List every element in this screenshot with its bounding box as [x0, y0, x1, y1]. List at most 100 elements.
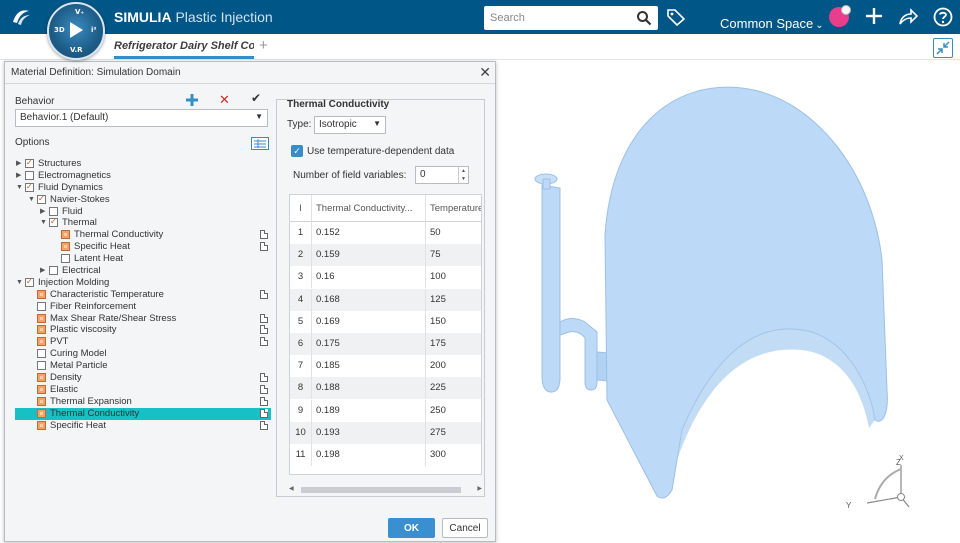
tree-item-checkbox[interactable] [37, 396, 46, 406]
document-icon[interactable] [260, 337, 268, 347]
cancel-button[interactable]: Cancel [442, 518, 488, 538]
tree-item[interactable]: ▼ Fluid Dynamics [15, 181, 271, 194]
table-row[interactable]: 9 0.189 250 [290, 399, 481, 422]
temperature-dependent-checkbox[interactable]: ✓ [291, 145, 303, 157]
confirm-behavior-icon[interactable]: ✔ [251, 91, 261, 105]
collapse-button[interactable] [933, 38, 953, 58]
tree-item[interactable]: Fiber Reinforcement [15, 301, 271, 313]
tree-item-checkbox[interactable] [37, 313, 46, 323]
expand-down-icon[interactable]: ▼ [16, 277, 23, 289]
tree-item[interactable]: ▼ Thermal [15, 216, 271, 229]
field-variables-stepper[interactable]: 0 ▲ ▼ [415, 166, 469, 184]
scrollbar-thumb[interactable] [301, 487, 461, 493]
document-icon[interactable] [260, 384, 268, 394]
compass-top-quadrant[interactable]: V₊ [75, 8, 84, 16]
stepper-arrows-icon[interactable]: ▲ ▼ [458, 167, 468, 183]
tree-item-checkbox[interactable] [37, 337, 46, 347]
tree-item[interactable]: Thermal Conductivity [15, 407, 271, 420]
ok-button[interactable]: OK [388, 518, 435, 538]
table-horizontal-scrollbar[interactable]: ◀ ▶ [289, 485, 482, 495]
table-cell[interactable]: 0.198 [316, 444, 421, 466]
table-cell[interactable]: 0.168 [316, 289, 421, 311]
tree-item-checkbox[interactable] [61, 254, 70, 264]
tree-item-checkbox[interactable] [37, 373, 46, 383]
table-cell[interactable]: 0.189 [316, 400, 421, 422]
table-cell[interactable]: 0.193 [316, 422, 421, 444]
table-view-icon[interactable] [251, 137, 269, 150]
tree-item-checkbox[interactable] [37, 384, 46, 394]
play-icon[interactable] [70, 22, 83, 38]
compass-right-quadrant[interactable]: i² [91, 26, 96, 34]
table-cell[interactable]: 0.152 [316, 222, 421, 244]
table-cell[interactable]: 300 [425, 444, 481, 466]
close-icon[interactable]: ✕ [479, 64, 491, 81]
tree-item[interactable]: Metal Particle [15, 360, 271, 372]
tree-item[interactable]: Latent Heat [15, 253, 271, 265]
tree-item[interactable]: Thermal Expansion [15, 396, 271, 408]
expand-right-icon[interactable]: ▶ [16, 170, 21, 182]
dassault-logo-icon[interactable] [10, 6, 32, 28]
tree-item-checkbox[interactable] [37, 361, 46, 371]
column-header[interactable]: Thermal Conductivity... [316, 195, 421, 222]
table-row[interactable]: 10 0.193 275 [290, 421, 481, 444]
compass-left-quadrant[interactable]: 3D [54, 26, 65, 34]
scroll-right-icon[interactable]: ▶ [477, 485, 482, 492]
tree-item-checkbox[interactable] [37, 349, 46, 359]
expand-down-icon[interactable]: ▼ [28, 194, 35, 206]
table-row[interactable]: 4 0.168 125 [290, 288, 481, 311]
tree-item[interactable]: Elastic [15, 384, 271, 396]
delete-behavior-icon[interactable]: ✕ [219, 92, 230, 108]
table-cell[interactable]: 250 [425, 399, 481, 422]
table-cell[interactable]: 175 [425, 333, 481, 355]
space-selector[interactable]: Common Space ⌄ [720, 16, 824, 31]
document-icon[interactable] [260, 325, 268, 335]
table-cell[interactable]: 275 [425, 421, 481, 444]
compass-bottom-quadrant[interactable]: V.R [70, 46, 83, 54]
expand-down-icon[interactable]: ▼ [16, 182, 23, 194]
table-row[interactable]: 11 0.198 300 [290, 444, 481, 466]
table-row[interactable]: 6 0.175 175 [290, 333, 481, 355]
table-row[interactable]: 5 0.169 150 [290, 310, 481, 333]
expand-right-icon[interactable]: ▶ [16, 158, 21, 170]
table-cell[interactable]: 125 [425, 288, 481, 311]
share-icon[interactable] [898, 8, 918, 26]
tree-item-checkbox[interactable] [37, 289, 46, 299]
orientation-triad[interactable]: Z X Y [846, 455, 910, 510]
tree-item[interactable]: ▶ Electrical [15, 265, 271, 277]
table-cell[interactable]: 200 [425, 355, 481, 378]
table-row[interactable]: 2 0.159 75 [290, 244, 481, 267]
document-icon[interactable] [260, 373, 268, 383]
behavior-select[interactable]: Behavior.1 (Default) ▼ [15, 109, 268, 127]
add-icon[interactable] [864, 6, 884, 26]
type-select[interactable]: Isotropic ▼ [314, 116, 386, 134]
column-header[interactable]: I [290, 195, 312, 222]
add-tab-icon[interactable]: + [259, 37, 268, 54]
scroll-left-icon[interactable]: ◀ [289, 485, 294, 492]
expand-right-icon[interactable]: ▶ [40, 265, 45, 277]
search-input[interactable] [490, 7, 630, 29]
tree-item-checkbox[interactable] [49, 266, 58, 276]
table-row[interactable]: 1 0.152 50 [290, 222, 481, 244]
tree-item[interactable]: Max Shear Rate/Shear Stress [15, 313, 271, 325]
tree-item[interactable]: Curing Model [15, 348, 271, 360]
tree-item[interactable]: Specific Heat [15, 420, 271, 432]
table-cell[interactable]: 0.188 [316, 377, 421, 399]
avatar[interactable] [829, 5, 851, 27]
table-cell[interactable]: 0.169 [316, 311, 421, 333]
column-header[interactable]: Temperature [425, 195, 481, 222]
document-icon[interactable] [260, 289, 268, 299]
tree-item-checkbox[interactable] [61, 242, 70, 252]
tree-item[interactable]: ▶ Electromagnetics [15, 170, 271, 182]
document-icon[interactable] [260, 230, 268, 240]
document-icon[interactable] [260, 396, 268, 406]
expand-down-icon[interactable]: ▼ [40, 217, 47, 229]
3d-viewport[interactable]: Z X Y [497, 60, 960, 543]
document-icon[interactable] [260, 408, 268, 418]
tree-item-checkbox[interactable] [37, 193, 46, 205]
table-cell[interactable]: 50 [425, 222, 481, 244]
tree-item[interactable]: ▼ Navier-Stokes [15, 193, 271, 206]
tree-item[interactable]: Plastic viscosity [15, 324, 271, 336]
tree-item-checkbox[interactable] [37, 325, 46, 335]
table-cell[interactable]: 0.185 [316, 355, 421, 377]
search-icon[interactable] [636, 10, 652, 26]
